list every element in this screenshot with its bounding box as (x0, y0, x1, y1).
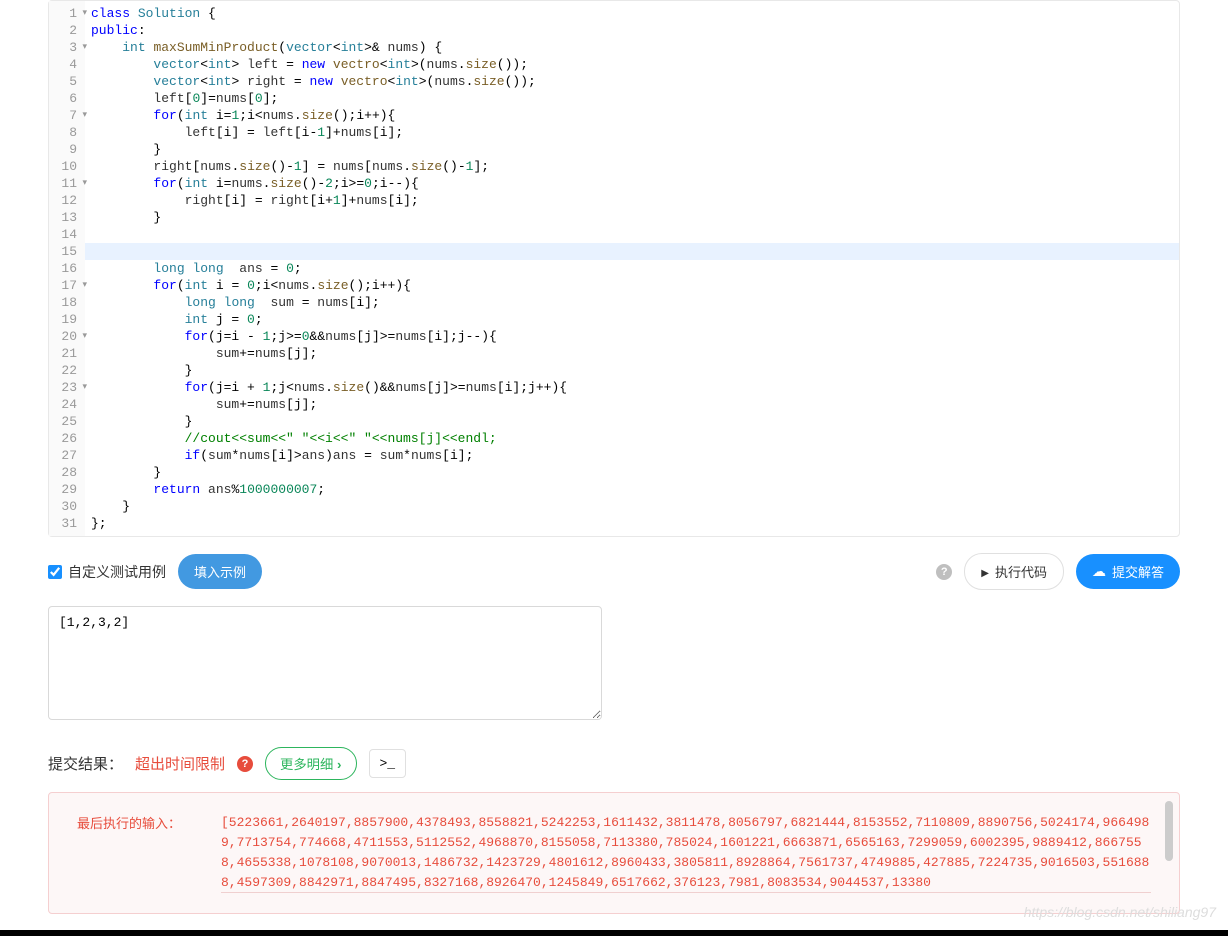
code-line[interactable]: int maxSumMinProduct(vector<int>& nums) … (91, 39, 1173, 56)
code-line[interactable]: if(sum*nums[i]>ans)ans = sum*nums[i]; (91, 447, 1173, 464)
gutter-line: 27 (53, 447, 77, 464)
submit-button[interactable]: 提交解答 (1076, 554, 1180, 589)
code-line[interactable]: int j = 0; (91, 311, 1173, 328)
code-line[interactable]: } (91, 141, 1173, 158)
gutter-line: 29 (53, 481, 77, 498)
result-box: 最后执行的输入： [5223661,2640197,8857900,437849… (48, 792, 1180, 914)
gutter-line: 10 (53, 158, 77, 175)
watermark: https://blog.csdn.net/shiliang97 (1024, 904, 1216, 920)
gutter-line: 22 (53, 362, 77, 379)
code-line[interactable]: long long ans = 0; (91, 260, 1173, 277)
code-line[interactable] (91, 226, 1173, 243)
gutter-line: 19 (53, 311, 77, 328)
result-label: 提交结果： (48, 753, 123, 774)
code-line[interactable]: return ans%1000000007; (91, 481, 1173, 498)
gutter-line: 30 (53, 498, 77, 515)
terminal-button[interactable]: >_ (369, 749, 407, 778)
code-editor-container: 1234567891011121314151617181920212223242… (48, 0, 1180, 537)
code-line[interactable]: sum+=nums[j]; (91, 396, 1173, 413)
help-icon[interactable]: ? (936, 564, 952, 580)
gutter-line: 20 (53, 328, 77, 345)
gutter-line: 1 (53, 5, 77, 22)
gutter-line: 23 (53, 379, 77, 396)
result-status: 超出时间限制 (135, 753, 225, 774)
code-line[interactable]: for(j=i + 1;j<nums.size()&&nums[j]>=nums… (91, 379, 1173, 396)
actions-row: 自定义测试用例 填入示例 ? 执行代码 提交解答 (48, 553, 1180, 590)
code-line[interactable]: } (91, 464, 1173, 481)
testcase-textarea[interactable] (48, 606, 602, 720)
gutter-line: 5 (53, 73, 77, 90)
gutter-line: 3 (53, 39, 77, 56)
gutter-line: 11 (53, 175, 77, 192)
code-line[interactable]: vector<int> left = new vectro<int>(nums.… (91, 56, 1173, 73)
fill-example-button[interactable]: 填入示例 (178, 554, 262, 589)
gutter-line: 21 (53, 345, 77, 362)
code-line[interactable]: }; (91, 515, 1173, 532)
gutter-line: 6 (53, 90, 77, 107)
code-line[interactable]: right[i] = right[i+1]+nums[i]; (91, 192, 1173, 209)
code-line[interactable]: for(int i=nums.size()-2;i>=0;i--){ (91, 175, 1173, 192)
gutter-line: 17 (53, 277, 77, 294)
code-line[interactable]: for(int i=1;i<nums.size();i++){ (91, 107, 1173, 124)
gutter-line: 2 (53, 22, 77, 39)
last-input-label: 最后执行的输入： (77, 813, 197, 893)
gutter-line: 8 (53, 124, 77, 141)
line-gutter: 1234567891011121314151617181920212223242… (49, 1, 85, 536)
gutter-line: 15 (53, 243, 77, 260)
code-line[interactable]: for(j=i - 1;j>=0&&nums[j]>=nums[i];j--){ (91, 328, 1173, 345)
custom-testcase-checkbox[interactable]: 自定义测试用例 (48, 562, 166, 582)
scrollbar[interactable] (1165, 801, 1173, 861)
run-code-button[interactable]: 执行代码 (964, 553, 1064, 590)
gutter-line: 9 (53, 141, 77, 158)
gutter-line: 13 (53, 209, 77, 226)
code-line[interactable]: right[nums.size()-1] = nums[nums.size()-… (91, 158, 1173, 175)
gutter-line: 28 (53, 464, 77, 481)
gutter-line: 24 (53, 396, 77, 413)
bottom-bar (0, 930, 1228, 936)
code-line[interactable]: for(int i = 0;i<nums.size();i++){ (91, 277, 1173, 294)
custom-testcase-input[interactable] (48, 565, 62, 579)
gutter-line: 12 (53, 192, 77, 209)
code-line[interactable]: } (91, 362, 1173, 379)
code-line[interactable]: long long sum = nums[i]; (91, 294, 1173, 311)
code-line[interactable]: } (91, 498, 1173, 515)
cloud-icon (1092, 563, 1106, 580)
code-line[interactable]: } (91, 413, 1173, 430)
gutter-line: 7 (53, 107, 77, 124)
result-row: 提交结果： 超出时间限制 ? 更多明细 >_ (48, 747, 1180, 780)
last-input-content: [5223661,2640197,8857900,4378493,8558821… (221, 813, 1151, 893)
gutter-line: 31 (53, 515, 77, 532)
gutter-line: 16 (53, 260, 77, 277)
code-line[interactable]: left[0]=nums[0]; (91, 90, 1173, 107)
code-line[interactable]: public: (91, 22, 1173, 39)
gutter-line: 4 (53, 56, 77, 73)
more-detail-button[interactable]: 更多明细 (265, 747, 356, 780)
code-line[interactable]: class Solution { (91, 5, 1173, 22)
code-line[interactable]: sum+=nums[j]; (91, 345, 1173, 362)
result-help-icon[interactable]: ? (237, 756, 253, 772)
code-content[interactable]: class Solution {public: int maxSumMinPro… (85, 1, 1179, 536)
custom-testcase-label: 自定义测试用例 (68, 562, 166, 582)
code-line[interactable]: //cout<<sum<<" "<<i<<" "<<nums[j]<<endl; (91, 430, 1173, 447)
code-line[interactable]: vector<int> right = new vectro<int>(nums… (91, 73, 1173, 90)
gutter-line: 25 (53, 413, 77, 430)
code-line[interactable] (85, 243, 1179, 260)
gutter-line: 26 (53, 430, 77, 447)
code-line[interactable]: } (91, 209, 1173, 226)
chevron-right-icon (337, 757, 341, 772)
code-line[interactable]: left[i] = left[i-1]+nums[i]; (91, 124, 1173, 141)
play-icon (981, 564, 989, 579)
gutter-line: 14 (53, 226, 77, 243)
gutter-line: 18 (53, 294, 77, 311)
